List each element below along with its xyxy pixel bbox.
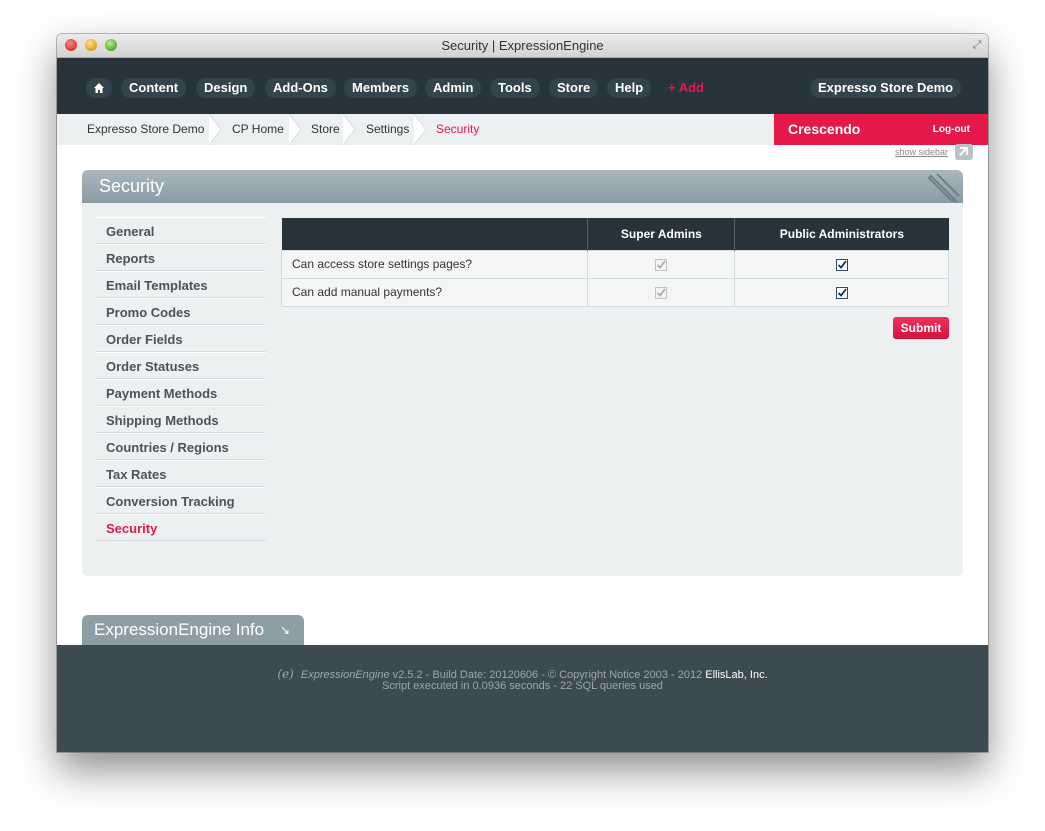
settings-nav-payment-methods[interactable]: Payment Methods: [96, 379, 266, 406]
column-header-public-administrators: Public Administrators: [734, 218, 949, 250]
settings-nav-reports[interactable]: Reports: [96, 244, 266, 271]
fullscreen-icon[interactable]: ⤢: [970, 38, 984, 52]
ee-logo-icon: (e): [277, 667, 294, 681]
arrow-down-right-icon: ↘: [280, 623, 291, 637]
nav-content[interactable]: Content: [121, 78, 187, 98]
close-window-button[interactable]: [65, 39, 77, 51]
super-admins-cell: [587, 249, 736, 279]
breadcrumb-item[interactable]: Expresso Store Demo: [87, 114, 204, 145]
permission-label: Can access store settings pages?: [280, 249, 589, 279]
footer-stats: Script executed in 0.0936 seconds - 22 S…: [382, 680, 663, 692]
username[interactable]: Crescendo: [788, 114, 860, 145]
nav-add-ons[interactable]: Add-Ons: [265, 78, 336, 98]
settings-nav-order-statuses[interactable]: Order Statuses: [96, 352, 266, 379]
nav-tools[interactable]: Tools: [490, 78, 540, 98]
breadcrumb-separator-icon: [209, 114, 221, 145]
submit-button[interactable]: Submit: [893, 317, 949, 339]
settings-nav-general[interactable]: General: [96, 217, 266, 244]
ee-info-tab[interactable]: ExpressionEngine Info ↘: [82, 615, 304, 645]
public-admins-checkbox[interactable]: [835, 258, 848, 271]
settings-nav-conversion-tracking[interactable]: Conversion Tracking: [96, 487, 266, 514]
main-panel: Security General Reports Email Templates…: [82, 170, 963, 576]
window-title: Security | ExpressionEngine: [441, 38, 604, 53]
settings-nav: General Reports Email Templates Promo Co…: [96, 217, 266, 541]
nav-admin[interactable]: Admin: [425, 78, 482, 98]
super-admins-checkbox: [655, 258, 668, 271]
breadcrumb-item[interactable]: Store: [311, 114, 340, 145]
breadcrumb-item[interactable]: CP Home: [232, 114, 284, 145]
minimize-window-button[interactable]: [85, 39, 97, 51]
sidebar-toggle-icon[interactable]: [955, 144, 973, 160]
home-icon[interactable]: [86, 78, 112, 98]
user-box: Crescendo Log-out: [774, 114, 988, 145]
settings-nav-email-templates[interactable]: Email Templates: [96, 271, 266, 298]
app-window: Security | ExpressionEngine ⤢ Content De…: [57, 34, 988, 752]
public-admins-cell: [734, 249, 949, 279]
breadcrumb-separator-icon: [414, 114, 426, 145]
breadcrumb-separator-icon: [343, 114, 355, 145]
table-header-row: Super Admins Public Administrators: [281, 218, 949, 250]
breadcrumb-item[interactable]: Settings: [366, 114, 409, 145]
public-admins-cell: [734, 277, 949, 307]
top-navigation: Content Design Add-Ons Members Admin Too…: [57, 58, 988, 114]
footer-version-line: (e) ExpressionEngine v2.5.2 - Build Date…: [57, 667, 988, 681]
breadcrumb-separator-icon: [289, 114, 301, 145]
settings-nav-security[interactable]: Security: [96, 514, 266, 541]
column-header: [281, 218, 589, 250]
table-row: Can add manual payments?: [280, 277, 949, 307]
super-admins-cell: [587, 277, 736, 307]
public-admins-checkbox[interactable]: [835, 286, 848, 299]
title-bar: Security | ExpressionEngine ⤢: [57, 34, 988, 58]
zoom-window-button[interactable]: [105, 39, 117, 51]
permission-label: Can add manual payments?: [280, 277, 589, 307]
breadcrumb-current: Security: [436, 122, 480, 136]
ee-info-label: ExpressionEngine Info: [94, 620, 265, 639]
page-title: Security: [99, 176, 165, 196]
nav-help[interactable]: Help: [607, 78, 652, 98]
site-switcher[interactable]: Expresso Store Demo: [810, 78, 962, 98]
add-button[interactable]: + Add: [668, 78, 704, 98]
table-row: Can access store settings pages?: [280, 249, 949, 279]
panel-header: Security: [82, 170, 963, 203]
pencil-icon: [927, 173, 960, 203]
nav-members[interactable]: Members: [344, 78, 418, 98]
settings-nav-order-fields[interactable]: Order Fields: [96, 325, 266, 352]
column-header-super-admins: Super Admins: [587, 218, 736, 250]
settings-nav-tax-rates[interactable]: Tax Rates: [96, 460, 266, 487]
nav-design[interactable]: Design: [196, 78, 256, 98]
super-admins-checkbox: [655, 286, 668, 299]
footer: (e) ExpressionEngine v2.5.2 - Build Date…: [57, 645, 988, 752]
settings-nav-shipping-methods[interactable]: Shipping Methods: [96, 406, 266, 433]
logout-link[interactable]: Log-out: [933, 114, 970, 145]
settings-nav-promo-codes[interactable]: Promo Codes: [96, 298, 266, 325]
nav-store[interactable]: Store: [549, 78, 599, 98]
settings-nav-countries-regions[interactable]: Countries / Regions: [96, 433, 266, 460]
permissions-table: Super Admins Public Administrators Can a…: [280, 218, 949, 307]
show-sidebar-link[interactable]: show sidebar: [895, 147, 948, 157]
